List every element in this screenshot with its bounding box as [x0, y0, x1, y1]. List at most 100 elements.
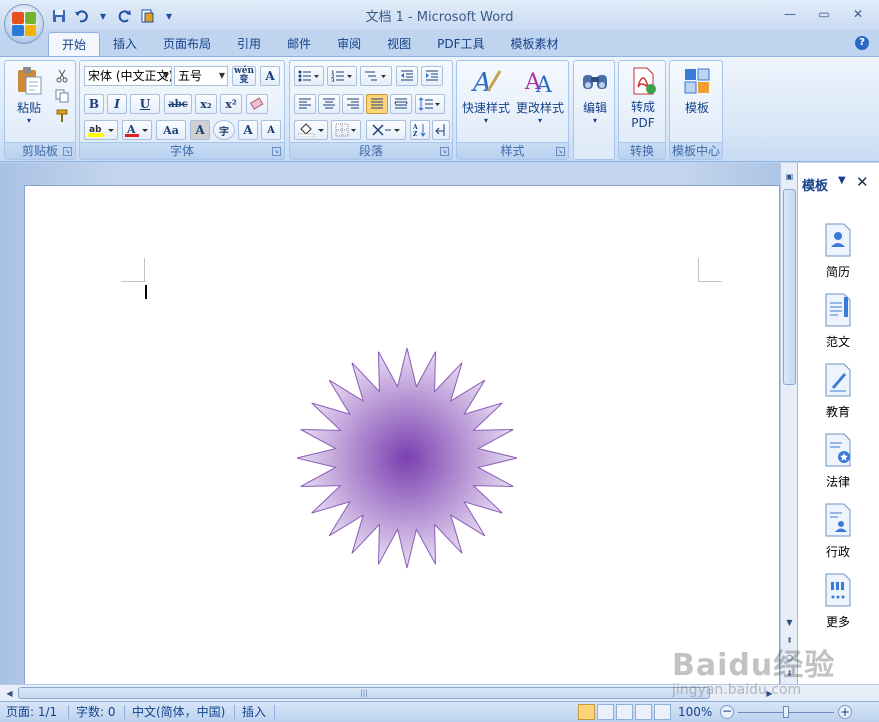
tab-references[interactable]: 引用	[224, 32, 274, 56]
outline-view-icon[interactable]	[635, 704, 652, 720]
cut-icon[interactable]	[53, 67, 71, 85]
tab-template-material[interactable]: 模板素材	[498, 32, 572, 56]
pane-dropdown-icon[interactable]: ▼	[838, 175, 846, 186]
minimize-button[interactable]: —	[777, 4, 803, 24]
scroll-left-arrow-icon[interactable]: ◀	[2, 686, 17, 701]
convert-group-label: 转换	[619, 142, 665, 159]
office-button[interactable]	[4, 4, 44, 44]
horizontal-scroll-thumb[interactable]: |||	[18, 687, 710, 699]
distributed-button[interactable]	[390, 94, 412, 114]
template-item-law[interactable]: 法律	[810, 433, 866, 490]
full-screen-reading-view-icon[interactable]	[597, 704, 614, 720]
tab-review[interactable]: 审阅	[324, 32, 374, 56]
ruler-toggle-icon[interactable]: ▣	[782, 169, 797, 184]
bold-button[interactable]: B	[84, 94, 104, 114]
template-item-education[interactable]: 教育	[810, 363, 866, 420]
chinese-layout-button[interactable]	[366, 120, 406, 140]
template-item-sample-essay[interactable]: 范文	[810, 293, 866, 350]
superscript-button[interactable]: x²	[220, 94, 242, 114]
format-painter-icon[interactable]	[53, 107, 71, 125]
tab-mailings[interactable]: 邮件	[274, 32, 324, 56]
web-layout-view-icon[interactable]	[616, 704, 633, 720]
align-right-button[interactable]	[342, 94, 364, 114]
svg-text:Z: Z	[413, 131, 418, 137]
vertical-scroll-thumb[interactable]	[783, 189, 796, 385]
borders-button[interactable]	[331, 120, 361, 140]
change-styles-button[interactable]: AA 更改样式 ▾	[513, 65, 567, 125]
highlighter-icon: ab	[88, 125, 114, 137]
font-launcher-icon[interactable]: ↘	[272, 147, 281, 156]
align-center-button[interactable]	[318, 94, 340, 114]
convert-to-pdf-label-1: 转成	[630, 100, 655, 114]
clear-formatting-button[interactable]	[246, 94, 268, 114]
font-name-combo[interactable]: 宋体 (中文正文) ▼	[84, 66, 172, 86]
tab-insert[interactable]: 插入	[100, 32, 150, 56]
star-shape[interactable]	[291, 342, 523, 574]
zoom-level[interactable]: 100%	[678, 704, 712, 720]
editing-button[interactable]: 编辑 ▾	[576, 65, 614, 125]
multilevel-list-button[interactable]	[360, 66, 392, 86]
bullets-button[interactable]	[294, 66, 324, 86]
print-layout-view-icon[interactable]	[578, 704, 595, 720]
styles-launcher-icon[interactable]: ↘	[556, 147, 565, 156]
document-page[interactable]	[24, 185, 780, 705]
vertical-scrollbar[interactable]: ▣ ▼ ⇞ ○ ⇟	[780, 163, 797, 684]
numbering-button[interactable]: 123	[327, 66, 357, 86]
show-marks-button[interactable]	[432, 120, 450, 140]
template-button[interactable]: 模板	[676, 65, 718, 116]
shrink-font-button[interactable]: A	[261, 120, 281, 140]
phonetic-guide-button[interactable]: wén 变	[232, 66, 256, 86]
increase-indent-button[interactable]	[421, 66, 443, 86]
justify-button[interactable]	[366, 94, 388, 114]
help-icon[interactable]: ?	[855, 36, 869, 50]
paragraph-launcher-icon[interactable]: ↘	[440, 147, 449, 156]
admin-icon	[825, 503, 851, 537]
clipboard-launcher-icon[interactable]: ↘	[63, 147, 72, 156]
change-case-button[interactable]: Aa	[156, 120, 186, 140]
clear-format-button[interactable]: A	[260, 66, 280, 86]
subscript-button[interactable]: x₂	[195, 94, 217, 114]
tab-view[interactable]: 视图	[374, 32, 424, 56]
insert-mode-indicator[interactable]: 插入	[242, 704, 266, 720]
template-item-resume[interactable]: 简历	[810, 223, 866, 280]
grow-font-button[interactable]: A	[238, 120, 258, 140]
copy-icon[interactable]	[53, 87, 71, 105]
font-size-combo[interactable]: 五号 ▼	[174, 66, 228, 86]
underline-button[interactable]: U	[130, 94, 160, 114]
tab-pdf-tools[interactable]: PDF工具	[424, 32, 497, 56]
language-indicator[interactable]: 中文(简体，中国)	[132, 704, 225, 720]
scroll-down-arrow-icon[interactable]: ▼	[782, 615, 797, 630]
sort-button[interactable]: AZ	[410, 120, 430, 140]
paragraph-group-label: 段落	[290, 142, 452, 159]
zoom-in-icon[interactable]: +	[838, 705, 852, 719]
align-left-button[interactable]	[294, 94, 316, 114]
draft-view-icon[interactable]	[654, 704, 671, 720]
shading-button[interactable]	[294, 120, 328, 140]
font-color-button[interactable]: A	[122, 120, 152, 140]
maximize-button[interactable]: ▭	[811, 4, 837, 24]
template-item-more[interactable]: 更多	[810, 573, 866, 630]
italic-button[interactable]: I	[107, 94, 127, 114]
paste-button[interactable]: 粘贴 ▾	[9, 65, 49, 125]
line-spacing-button[interactable]	[415, 94, 445, 114]
convert-to-pdf-button[interactable]: 转成 PDF	[623, 65, 663, 131]
paragraph-group: 123 A Z 段落 ↘	[289, 60, 453, 160]
template-item-label: 范文	[825, 335, 850, 349]
tab-page-layout[interactable]: 页面布局	[150, 32, 224, 56]
highlight-color-button[interactable]: ab	[84, 120, 118, 140]
zoom-slider-thumb[interactable]	[783, 706, 789, 718]
tab-home[interactable]: 开始	[48, 32, 101, 56]
character-shading-button[interactable]: A	[190, 120, 210, 140]
word-count[interactable]: 字数: 0	[76, 704, 116, 720]
text-cursor	[145, 285, 147, 299]
quick-styles-button[interactable]: A 快速样式 ▾	[459, 65, 513, 125]
template-item-admin[interactable]: 行政	[810, 503, 866, 560]
law-icon	[825, 433, 851, 467]
enclose-characters-button[interactable]: 字	[213, 120, 235, 140]
pane-close-icon[interactable]: ✕	[856, 173, 869, 191]
page-count[interactable]: 页面: 1/1	[6, 704, 57, 720]
zoom-out-icon[interactable]: −	[720, 705, 734, 719]
decrease-indent-button[interactable]	[396, 66, 418, 86]
strikethrough-button[interactable]: abc	[164, 94, 192, 114]
close-button[interactable]: ✕	[845, 4, 871, 24]
